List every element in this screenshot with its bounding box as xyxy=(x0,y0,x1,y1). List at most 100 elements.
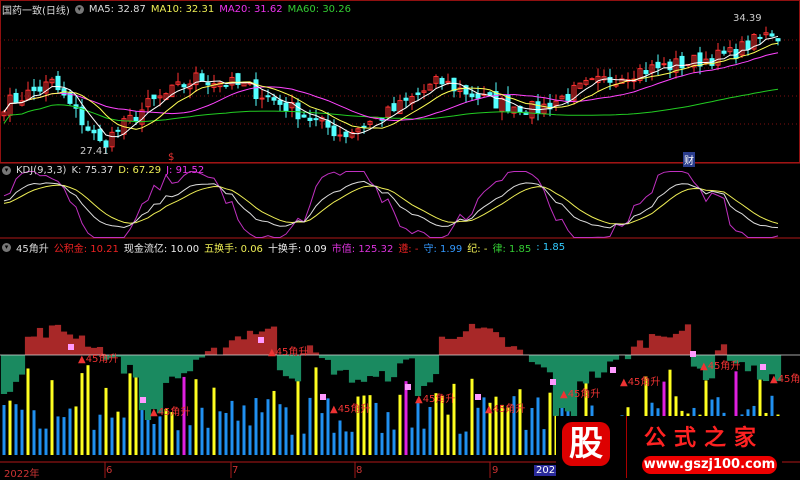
candle xyxy=(655,61,661,69)
indicator-bar xyxy=(38,428,42,455)
indicator-bar xyxy=(254,398,258,455)
candle xyxy=(151,94,157,100)
candle xyxy=(721,50,727,54)
indicator-bar xyxy=(386,412,390,455)
ma5-line xyxy=(3,35,779,138)
indicator-bar xyxy=(20,409,24,455)
indicator-bar xyxy=(302,433,306,455)
candle xyxy=(283,102,289,112)
indicator-bar xyxy=(194,379,198,455)
chevron-down-icon[interactable]: ▾ xyxy=(2,243,11,252)
candle xyxy=(745,40,751,51)
candle xyxy=(325,120,331,128)
indicator-bar xyxy=(458,433,462,455)
indicator-bar xyxy=(134,369,138,455)
indicator-bar xyxy=(98,414,102,455)
indicator-bar xyxy=(374,402,378,455)
watermark-logo: 股 xyxy=(562,422,610,466)
candle xyxy=(253,79,259,100)
signal-label: ▲45角升 xyxy=(485,404,526,415)
stock-chart[interactable] xyxy=(0,0,800,478)
main-panel-border xyxy=(0,0,800,163)
indicator-bar xyxy=(200,407,204,455)
indicator-bar xyxy=(56,416,60,455)
indicator-header: ▾ 45角升 公积金: 10.21 现金流亿: 10.00 五换手: 0.06 … xyxy=(2,240,565,255)
indicator-bar xyxy=(260,412,264,455)
chevron-down-icon[interactable]: ▾ xyxy=(74,5,84,14)
candle xyxy=(259,97,265,100)
indicator-bar xyxy=(62,417,66,455)
indicator-bar xyxy=(272,390,276,455)
candle xyxy=(205,82,211,86)
candle xyxy=(265,95,271,98)
indicator-title: 45角升 xyxy=(16,244,49,255)
candle xyxy=(439,77,445,85)
ma60-line xyxy=(3,88,779,124)
indicator-bar xyxy=(92,429,96,455)
ma10-line xyxy=(3,42,779,130)
candle xyxy=(313,118,319,121)
indicator-bar xyxy=(416,399,420,455)
kdj-header: ▾ KDJ(9,3,3) K: 75.37 D: 67.29 J: 91.52 xyxy=(2,165,204,176)
candle xyxy=(277,99,283,105)
shou-value: 守: 1.99 xyxy=(423,244,463,255)
lv-value: 律: 1.85 xyxy=(492,244,532,255)
indicator-bar xyxy=(410,427,414,455)
last-value: : 1.85 xyxy=(536,242,566,253)
ji-value: 纪: - xyxy=(467,244,488,255)
kdj-title: KDJ(9,3,3) xyxy=(16,165,67,176)
indicator-bar xyxy=(542,429,546,455)
ma20-value: MA20: 31.62 xyxy=(219,4,283,15)
date-tick: 8 xyxy=(356,465,363,476)
chevron-down-icon[interactable]: ▾ xyxy=(2,166,11,175)
indicator-bar xyxy=(398,394,402,455)
candle xyxy=(415,92,421,95)
watermark-url: www.gszj100.com xyxy=(642,456,777,474)
indicator-bar xyxy=(248,425,252,455)
indicator-bar xyxy=(404,381,408,455)
indicator-bar xyxy=(344,431,348,455)
indicator-bar xyxy=(104,387,108,455)
candle xyxy=(391,103,397,112)
indicator-bar xyxy=(152,423,156,455)
candle xyxy=(535,101,541,114)
candle xyxy=(469,93,475,98)
watermark-name: 公式之家 xyxy=(644,425,765,451)
signal-marker xyxy=(140,397,146,403)
kdj-d: D: 67.29 xyxy=(118,165,162,176)
candle xyxy=(295,102,301,120)
indicator-bar xyxy=(446,414,450,455)
financial-report-marker[interactable]: 财 xyxy=(683,152,695,167)
signal-marker xyxy=(610,367,616,373)
indicator-bar xyxy=(206,427,210,455)
indicator-bar xyxy=(122,417,126,455)
indicator-bar xyxy=(14,404,18,455)
signal-marker xyxy=(760,364,766,370)
candle xyxy=(475,93,481,99)
indicator-bar xyxy=(230,400,234,455)
indicator-bar xyxy=(242,405,246,455)
candle xyxy=(661,63,667,66)
candle xyxy=(757,36,763,39)
candle xyxy=(307,117,313,121)
event-marker[interactable]: $ xyxy=(168,152,174,163)
indicator-bar xyxy=(218,411,222,455)
candle xyxy=(133,116,139,122)
zun-value: 遵: - xyxy=(398,244,419,255)
candle xyxy=(199,73,205,82)
kdj-k: K: 75.37 xyxy=(71,165,114,176)
indicator-bar xyxy=(380,432,384,455)
ma60-value: MA60: 30.26 xyxy=(287,4,351,15)
indicator-bar xyxy=(392,429,396,455)
signal-label: ▲45角升 xyxy=(330,404,371,415)
indicator-bar xyxy=(548,392,552,455)
indicator-bar xyxy=(476,407,480,455)
indicator-bar xyxy=(176,430,180,455)
signal-label: ▲45角升 xyxy=(150,407,191,418)
candle xyxy=(223,84,229,87)
candle xyxy=(361,125,367,128)
candle xyxy=(13,92,19,103)
cash-flow-value: 现金流亿: 10.00 xyxy=(123,244,200,255)
main-header: 国药一致(日线) ▾ MA5: 32.87 MA10: 32.31 MA20: … xyxy=(2,2,351,17)
candle xyxy=(493,91,499,109)
